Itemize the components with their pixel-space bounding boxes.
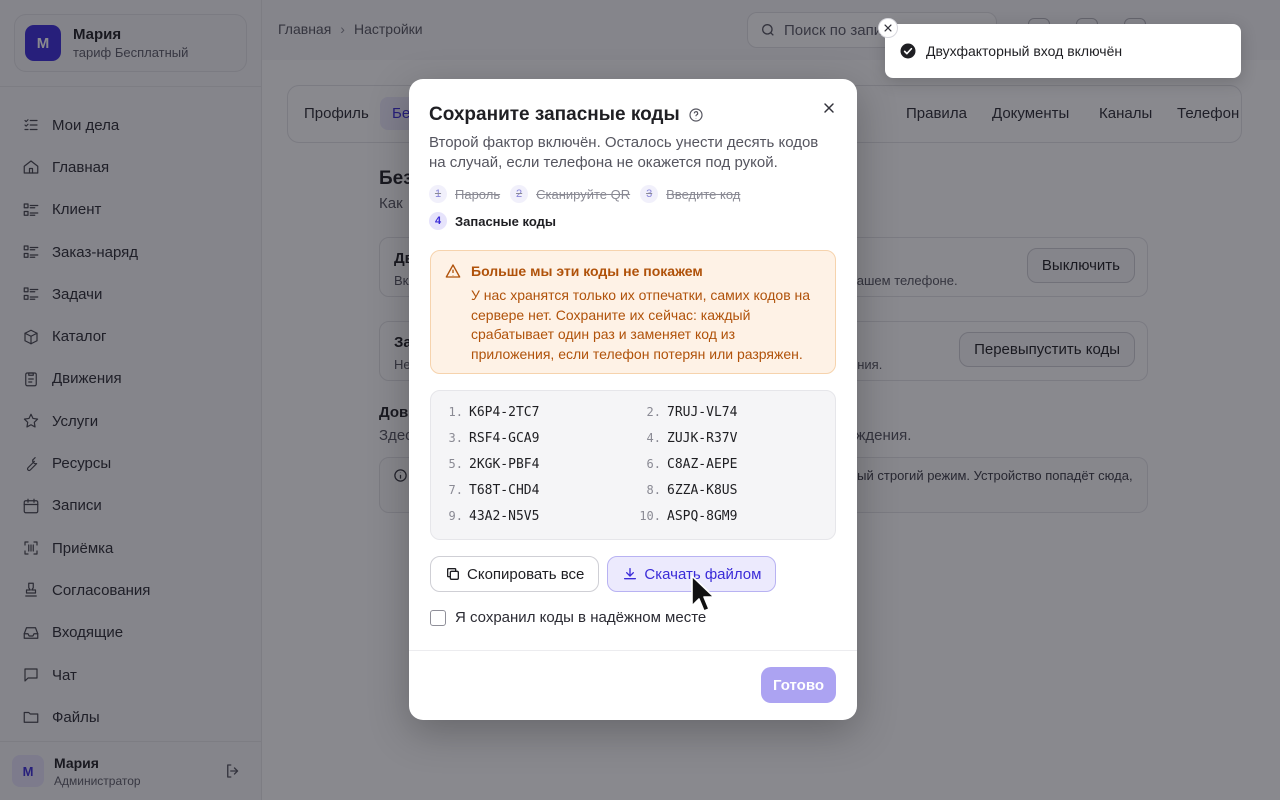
step-3: 3 Введите код [640, 185, 740, 203]
code-value: ZUJK-R37V [667, 431, 738, 446]
backup-code: 8. 6ZZA-K8US [639, 483, 738, 498]
code-value: 43A2-N5V5 [469, 509, 540, 524]
check-circle-icon [900, 43, 916, 59]
setup-stepper: 1 Пароль 2 Сканируйте QR 3 Введите код 4 Запасн… [429, 184, 849, 238]
backup-code: 7. T68T-CHD4 [441, 483, 540, 498]
code-index: 7. [448, 483, 463, 497]
backup-code: 5. 2KGK-PBF4 [441, 457, 540, 472]
copy-icon [447, 568, 459, 580]
code-value: C8AZ-AEPE [667, 457, 738, 472]
step-4: 4 Запасные коды [429, 212, 556, 230]
toast-text: Двухфакторный вход включён [926, 43, 1123, 59]
modal-footer-divider [409, 650, 857, 651]
step-label: Введите код [666, 186, 741, 202]
code-index: 3. [448, 431, 463, 445]
step-1: 1 Пароль [429, 185, 500, 203]
code-value: T68T-CHD4 [469, 483, 540, 498]
done-button[interactable]: Готово [761, 667, 836, 703]
saved-codes-checkbox[interactable] [430, 609, 446, 626]
warning-body: У нас хранятся только их отпечатки, сами… [471, 287, 811, 362]
warning-title: Больше мы эти коды не покажем [471, 263, 703, 279]
warning-icon [445, 264, 461, 278]
code-index: 5. [448, 457, 463, 471]
code-index: 4. [646, 431, 661, 445]
backup-code: 3. RSF4-GCA9 [441, 431, 540, 446]
code-index: 9. [448, 509, 463, 523]
modal-title-row: Сохраните запасные коды [429, 104, 704, 126]
code-value: RSF4-GCA9 [469, 431, 540, 446]
step-number: 1 [429, 185, 447, 203]
saved-codes-checkbox-row[interactable]: Я сохранил коды в надёжном месте [430, 609, 706, 626]
modal-title: Сохраните запасные коды [429, 104, 680, 125]
code-index: 6. [646, 457, 661, 471]
copy-all-label: Скопировать все [467, 565, 585, 583]
success-toast: Двухфакторный вход включён [885, 24, 1241, 78]
warning-callout: Больше мы эти коды не покажем У нас хран… [430, 250, 836, 374]
close-icon [884, 24, 892, 32]
code-index: 10. [639, 509, 661, 523]
code-index: 8. [646, 483, 661, 497]
backup-codes-list: 1. K6P4-2TC7 2. 7RUJ-VL74 3. RSF4-GCA9 4. ZUJK-… [430, 390, 836, 540]
toast-close-button[interactable] [878, 18, 898, 38]
backup-code: 2. 7RUJ-VL74 [639, 405, 738, 420]
step-2: 2 Сканируйте QR [510, 185, 630, 203]
code-value: 7RUJ-VL74 [667, 405, 738, 420]
copy-all-button[interactable]: Скопировать все [430, 556, 600, 592]
modal-description: Второй фактор включён. Осталось унести д… [429, 134, 819, 171]
code-index: 1. [448, 405, 463, 419]
backup-codes-modal: Сохраните запасные коды Второй фактор вк… [409, 79, 857, 720]
download-icon [624, 568, 637, 580]
code-value: ASPQ-8GM9 [667, 509, 738, 524]
help-icon[interactable] [688, 107, 704, 123]
code-value: K6P4-2TC7 [469, 405, 540, 420]
step-label: Сканируйте QR [536, 186, 631, 202]
backup-code: 4. ZUJK-R37V [639, 431, 738, 446]
modal-actions: Скопировать все Скачать файлом [430, 556, 784, 592]
backup-code: 9. 43A2-N5V5 [441, 509, 540, 524]
code-index: 2. [646, 405, 661, 419]
backup-code: 6. C8AZ-AEPE [639, 457, 738, 472]
mouse-cursor-icon [691, 575, 715, 612]
step-label: Пароль [455, 186, 501, 202]
step-number: 3 [640, 185, 659, 203]
backup-code: 1. K6P4-2TC7 [441, 405, 540, 420]
saved-codes-label: Я сохранил коды в надёжном месте [455, 609, 707, 626]
step-number: 2 [510, 185, 529, 203]
step-number: 4 [429, 212, 447, 230]
close-icon[interactable] [821, 100, 837, 116]
code-value: 6ZZA-K8US [667, 483, 738, 498]
backup-code: 10. ASPQ-8GM9 [639, 509, 737, 524]
step-label: Запасные коды [455, 213, 556, 229]
code-value: 2KGK-PBF4 [469, 457, 540, 472]
